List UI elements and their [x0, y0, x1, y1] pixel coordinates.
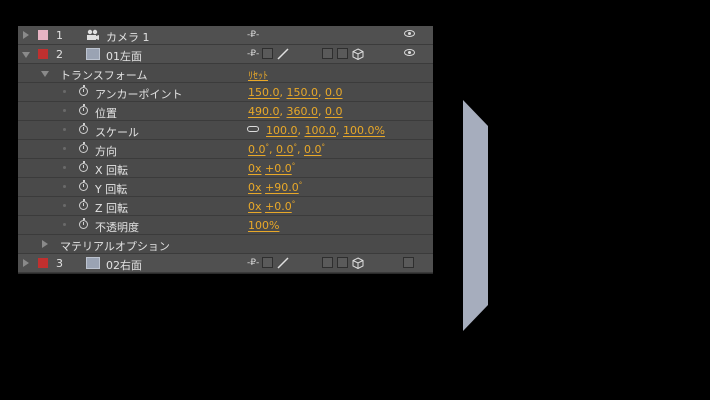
- adjustment-switch[interactable]: [337, 48, 348, 59]
- bullet: [63, 223, 66, 226]
- property-label: Z 回転: [95, 202, 129, 215]
- x-rotation-degrees[interactable]: +0.0: [265, 162, 292, 175]
- anchor-z-value[interactable]: 0.0: [325, 86, 343, 99]
- stopwatch-icon[interactable]: [79, 123, 88, 134]
- scale-y-value[interactable]: 100.0: [305, 124, 337, 137]
- property-row-position: 位置 490.0, 360.0, 0.0: [18, 102, 433, 121]
- property-label: X 回転: [95, 164, 129, 177]
- transform-group-row[interactable]: トランスフォーム ﾘｾｯﾄ: [18, 64, 433, 83]
- eye-icon[interactable]: [404, 49, 415, 56]
- quality-slash-icon[interactable]: [277, 48, 289, 60]
- property-label: 不透明度: [95, 221, 139, 234]
- bullet: [63, 109, 66, 112]
- shy-switch-icon[interactable]: -₽-: [247, 49, 259, 59]
- x-rotation-turns[interactable]: 0x: [248, 162, 262, 175]
- property-row-z-rotation: Z 回転 0x +0.0°: [18, 197, 433, 216]
- property-label: スケール: [95, 126, 139, 139]
- constrain-proportions-icon[interactable]: [247, 126, 259, 132]
- property-row-scale: スケール 100.0, 100.0, 100.0%: [18, 121, 433, 140]
- twirl-down-icon[interactable]: [22, 52, 30, 58]
- property-row-x-rotation: X 回転 0x +0.0°: [18, 159, 433, 178]
- property-label: 位置: [95, 107, 117, 120]
- material-options-label: マテリアルオプション: [60, 240, 170, 253]
- property-label: アンカーポイント: [95, 88, 183, 101]
- z-rotation-degrees[interactable]: +0.0: [265, 200, 292, 213]
- layer-number: 1: [56, 29, 63, 42]
- property-row-anchor: アンカーポイント 150.0, 150.0, 0.0: [18, 83, 433, 102]
- property-row-y-rotation: Y 回転 0x +90.0°: [18, 178, 433, 197]
- rotated-plane-shape: [463, 100, 488, 331]
- bullet: [63, 185, 66, 188]
- timeline-layer-panel: 1 カメラ 1 -₽- 2 01左面 -₽- トランスフォーム ﾘｾｯﾄ アンカ…: [18, 26, 433, 274]
- position-z-value[interactable]: 0.0: [325, 105, 343, 118]
- bullet: [63, 147, 66, 150]
- stopwatch-icon[interactable]: [79, 199, 88, 210]
- property-label: 方向: [95, 145, 117, 158]
- stopwatch-icon[interactable]: [79, 104, 88, 115]
- layer-name[interactable]: 02右面: [106, 257, 142, 273]
- quality-slash-icon[interactable]: [277, 257, 289, 269]
- motion-blur-switch[interactable]: [322, 48, 333, 59]
- position-x-value[interactable]: 490.0: [248, 105, 280, 118]
- shy-switch-icon[interactable]: -₽-: [247, 258, 259, 268]
- z-rotation-turns[interactable]: 0x: [248, 200, 262, 213]
- layer-name[interactable]: カメラ 1: [106, 29, 150, 45]
- twirl-right-icon[interactable]: [23, 31, 29, 39]
- y-rotation-degrees[interactable]: +90.0: [265, 181, 299, 194]
- anchor-x-value[interactable]: 150.0: [248, 86, 280, 99]
- y-rotation-turns[interactable]: 0x: [248, 181, 262, 194]
- scale-z-value[interactable]: 100.0%: [343, 124, 385, 137]
- material-options-row[interactable]: マテリアルオプション: [18, 235, 433, 254]
- stopwatch-icon[interactable]: [79, 161, 88, 172]
- opacity-value[interactable]: 100%: [248, 219, 279, 232]
- layer-row-camera[interactable]: 1 カメラ 1 -₽-: [18, 26, 433, 45]
- camera-icon: [87, 29, 99, 40]
- label-color-swatch[interactable]: [38, 258, 48, 268]
- stopwatch-icon[interactable]: [79, 85, 88, 96]
- motion-blur-switch[interactable]: [322, 257, 333, 268]
- orientation-y-value[interactable]: 0.0: [276, 143, 294, 156]
- label-color-swatch[interactable]: [38, 49, 48, 59]
- layer-number: 2: [56, 48, 63, 61]
- 3d-cube-icon[interactable]: [352, 257, 364, 269]
- stopwatch-icon[interactable]: [79, 142, 88, 153]
- bullet: [63, 128, 66, 131]
- 3d-cube-icon[interactable]: [352, 48, 364, 60]
- collapse-switch[interactable]: [262, 257, 273, 268]
- layer-row-02[interactable]: 3 02右面 -₽-: [18, 254, 433, 273]
- position-y-value[interactable]: 360.0: [287, 105, 319, 118]
- orientation-z-value[interactable]: 0.0: [304, 143, 322, 156]
- orientation-x-value[interactable]: 0.0: [248, 143, 266, 156]
- property-row-opacity: 不透明度 100%: [18, 216, 433, 235]
- transform-label: トランスフォーム: [60, 69, 148, 82]
- bullet: [63, 204, 66, 207]
- stopwatch-icon[interactable]: [79, 218, 88, 229]
- property-row-orientation: 方向 0.0°, 0.0°, 0.0°: [18, 140, 433, 159]
- anchor-y-value[interactable]: 150.0: [287, 86, 319, 99]
- bullet: [63, 166, 66, 169]
- twirl-right-icon[interactable]: [42, 240, 48, 248]
- reset-link[interactable]: ﾘｾｯﾄ: [248, 67, 268, 82]
- collapse-switch[interactable]: [262, 48, 273, 59]
- layer-number: 3: [56, 257, 63, 270]
- layer-name[interactable]: 01左面: [106, 48, 142, 64]
- bullet: [63, 90, 66, 93]
- label-color-swatch[interactable]: [38, 30, 48, 40]
- stopwatch-icon[interactable]: [79, 180, 88, 191]
- shy-switch-icon[interactable]: -₽-: [247, 30, 259, 40]
- scale-x-value[interactable]: 100.0: [266, 124, 298, 137]
- layer-row-01[interactable]: 2 01左面 -₽-: [18, 45, 433, 64]
- solid-source-icon: [86, 48, 100, 60]
- twirl-down-icon[interactable]: [41, 71, 49, 77]
- property-label: Y 回転: [95, 183, 128, 196]
- eye-icon[interactable]: [404, 30, 415, 37]
- visibility-switch[interactable]: [403, 257, 414, 268]
- adjustment-switch[interactable]: [337, 257, 348, 268]
- solid-source-icon: [86, 257, 100, 269]
- twirl-right-icon[interactable]: [23, 259, 29, 267]
